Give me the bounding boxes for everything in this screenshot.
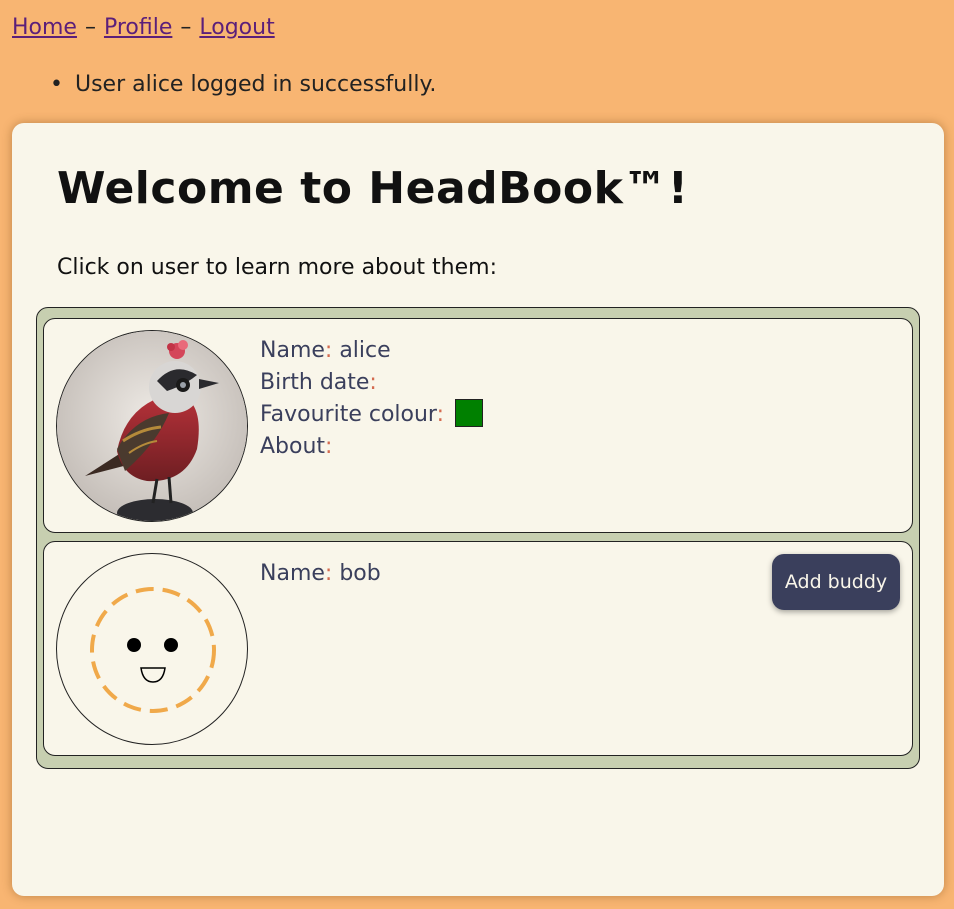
user-card-bob[interactable]: Name: bob Add buddy <box>43 541 913 756</box>
about-label: About <box>260 434 326 459</box>
colon: : <box>369 370 377 395</box>
colon: : <box>324 561 333 586</box>
page-title: Welcome to HeadBook™! <box>57 163 689 214</box>
name-row: Name: alice <box>260 335 483 367</box>
login-message: User alice logged in successfully. <box>50 68 436 102</box>
favourite-colour-row: Favourite colour: <box>260 399 484 431</box>
name-label: Name <box>260 561 325 586</box>
user-name-alice: alice <box>339 338 391 363</box>
colour-swatch <box>455 399 484 427</box>
colon: : <box>324 338 333 363</box>
birth-date-label: Birth date <box>260 370 370 395</box>
placeholder-avatar <box>56 553 248 745</box>
message-list: User alice logged in successfully. <box>50 68 436 102</box>
bird-avatar <box>56 330 248 522</box>
nav-separator: – <box>180 15 192 40</box>
user-details: Name: bob <box>260 558 381 590</box>
nav-separator: – <box>84 15 96 40</box>
colon: : <box>325 434 333 459</box>
add-buddy-button[interactable]: Add buddy <box>772 554 900 610</box>
smiley-placeholder-icon <box>90 587 216 713</box>
user-name-bob: bob <box>339 561 381 586</box>
name-label: Name <box>260 338 325 363</box>
home-link[interactable]: Home <box>12 15 77 40</box>
colon: : <box>436 402 445 427</box>
bird-photo-icon <box>57 331 247 521</box>
user-details: Name: alice Birth date: Favourite colour… <box>260 335 484 463</box>
name-row: Name: bob <box>260 558 381 590</box>
user-list: Name: alice Birth date: Favourite colour… <box>36 307 920 769</box>
profile-link[interactable]: Profile <box>104 15 172 40</box>
birth-date-row: Birth date: <box>260 367 483 399</box>
top-navigation: Home – Profile – Logout <box>12 12 275 44</box>
logout-link[interactable]: Logout <box>199 15 274 40</box>
user-card-alice[interactable]: Name: alice Birth date: Favourite colour… <box>43 318 913 533</box>
intro-text: Click on user to learn more about them: <box>57 255 497 280</box>
favourite-colour-label: Favourite colour <box>260 402 437 427</box>
main-panel: Welcome to HeadBook™! Click on user to l… <box>12 123 944 896</box>
about-row: About: <box>260 431 483 463</box>
